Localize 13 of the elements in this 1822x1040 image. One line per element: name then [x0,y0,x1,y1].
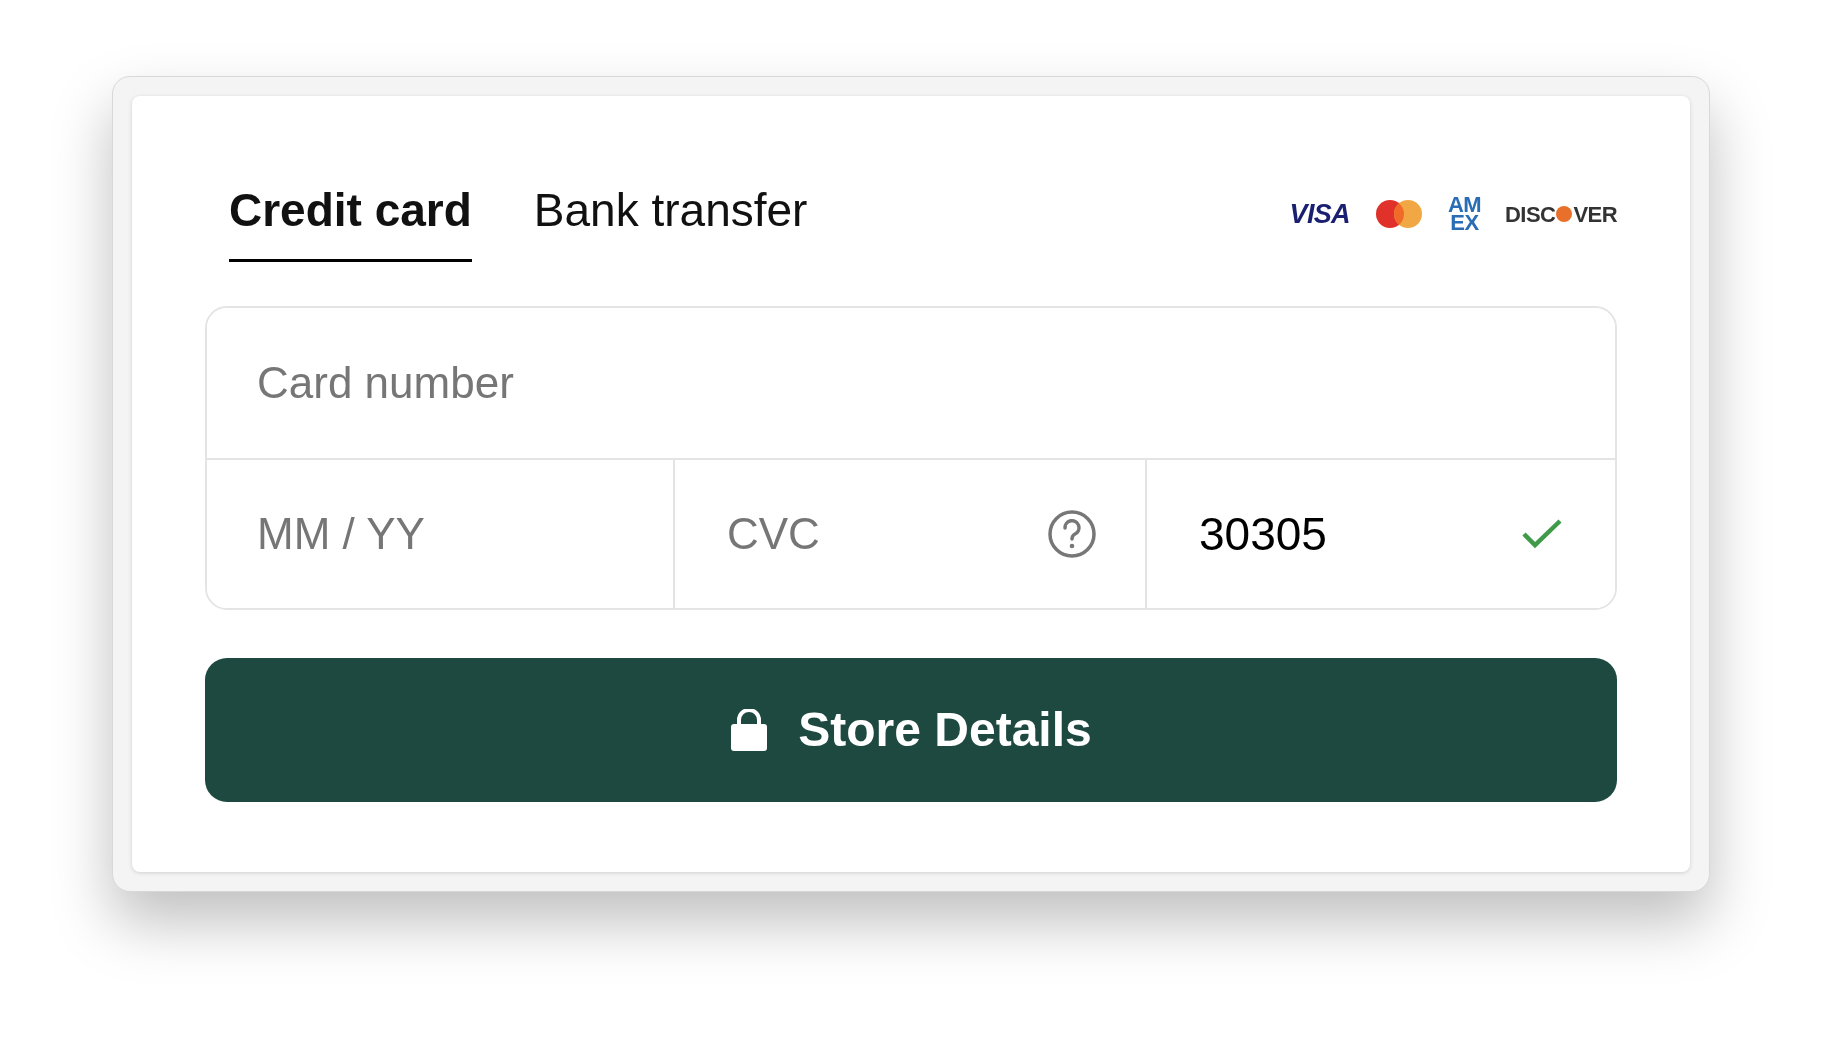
amex-logo: AM EX [1447,196,1482,233]
tab[interactable]: Credit card [229,176,472,262]
lock-icon [730,709,769,751]
card-number-input[interactable]: Card number [207,308,1615,458]
discover-logo: DISC VER [1505,200,1617,229]
postal-code-input[interactable]: 30305 [1147,460,1521,608]
visa-logo: VISA [1289,198,1350,231]
expiry-input[interactable]: MM / YY [207,460,673,608]
store-details-button[interactable]: Store Details [205,658,1617,802]
tab[interactable]: Bank transfer [533,176,808,262]
help-icon[interactable] [1047,509,1097,559]
mastercard-logo [1373,198,1424,231]
cvc-input[interactable]: CVC [675,460,1047,608]
